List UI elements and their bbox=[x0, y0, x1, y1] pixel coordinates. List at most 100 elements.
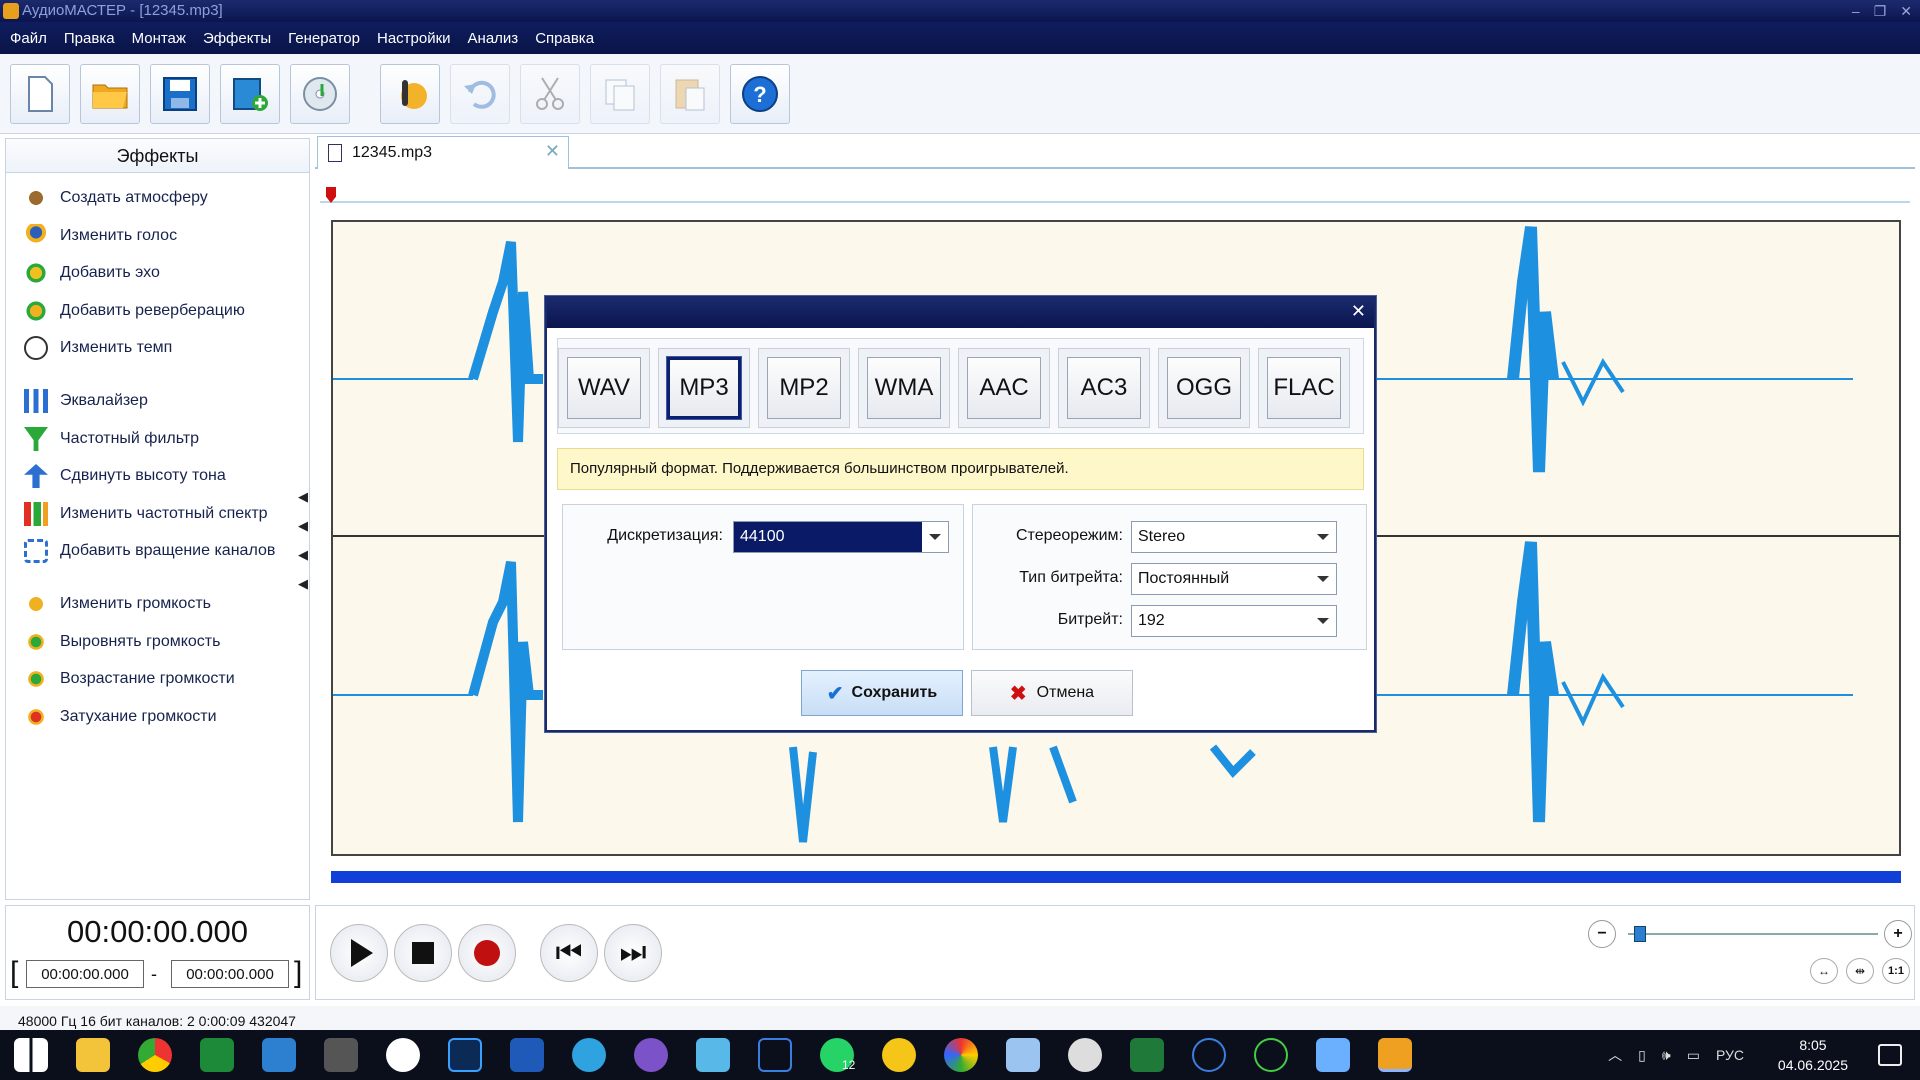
viber-icon[interactable] bbox=[634, 1038, 668, 1072]
menu-help[interactable]: Справка bbox=[535, 30, 594, 47]
effect-pitch-shift[interactable]: Сдвинуть высоту тона bbox=[24, 462, 226, 490]
stop-button[interactable] bbox=[394, 924, 452, 982]
effect-frequency-spectrum[interactable]: Изменить частотный спектр bbox=[24, 500, 268, 528]
effect-add-reverb[interactable]: Добавить реверберацию bbox=[24, 297, 245, 325]
menu-effects[interactable]: Эффекты bbox=[203, 30, 271, 47]
effect-normalize-volume[interactable]: Выровнять громкость bbox=[24, 628, 220, 656]
u-app-icon[interactable] bbox=[1254, 1038, 1288, 1072]
calculator-icon[interactable] bbox=[324, 1038, 358, 1072]
color-app-icon[interactable] bbox=[944, 1038, 978, 1072]
emoji-app-icon[interactable] bbox=[882, 1038, 916, 1072]
notification-icon[interactable] bbox=[1878, 1044, 1902, 1066]
yandex-icon[interactable] bbox=[386, 1038, 420, 1072]
menu-generator[interactable]: Генератор bbox=[288, 30, 360, 47]
monitor-app-icon[interactable] bbox=[1316, 1038, 1350, 1072]
photoshop-icon[interactable] bbox=[448, 1038, 482, 1072]
paste-button[interactable] bbox=[660, 64, 720, 124]
c-app-icon[interactable] bbox=[1192, 1038, 1226, 1072]
format-wma[interactable]: WMA bbox=[858, 348, 950, 428]
telegram-icon[interactable] bbox=[572, 1038, 606, 1072]
format-ogg[interactable]: OGG bbox=[1158, 348, 1250, 428]
collapse-arrow-icon[interactable]: ◀ bbox=[298, 547, 308, 563]
horizontal-scrollbar[interactable] bbox=[331, 871, 1901, 883]
selection-end-time[interactable]: 00:00:00.000 bbox=[171, 960, 289, 988]
file-tab[interactable]: 12345.mp3 ✕ bbox=[317, 136, 569, 169]
record-button[interactable] bbox=[458, 924, 516, 982]
dialog-close-icon[interactable]: ✕ bbox=[1351, 301, 1366, 322]
effect-equalizer[interactable]: Эквалайзер bbox=[24, 387, 148, 415]
collapse-arrow-icon[interactable]: ◀ bbox=[298, 518, 308, 534]
tray-chevron-icon[interactable]: ︿ bbox=[1608, 1045, 1622, 1065]
new-file-button[interactable] bbox=[10, 64, 70, 124]
copy-button[interactable] bbox=[590, 64, 650, 124]
v-app-icon[interactable] bbox=[758, 1038, 792, 1072]
network-icon[interactable]: ▭ bbox=[1687, 1047, 1700, 1064]
contacts-icon[interactable] bbox=[262, 1038, 296, 1072]
help-button[interactable]: ? bbox=[730, 64, 790, 124]
chrome-icon[interactable] bbox=[138, 1038, 172, 1072]
audiomaster-taskbar-icon[interactable] bbox=[1378, 1038, 1412, 1072]
word-icon[interactable] bbox=[510, 1038, 544, 1072]
cancel-export-button[interactable]: ✖ Отмена bbox=[971, 670, 1133, 716]
stereo-select[interactable]: Stereo bbox=[1131, 521, 1337, 553]
effect-change-tempo[interactable]: Изменить темп bbox=[24, 334, 172, 362]
bitrate-type-select[interactable]: Постоянный bbox=[1131, 563, 1337, 595]
battery-icon[interactable]: ▯ bbox=[1638, 1047, 1646, 1064]
close-tab-icon[interactable]: ✕ bbox=[545, 141, 560, 162]
format-mp3[interactable]: MP3 bbox=[658, 348, 750, 428]
notes-icon[interactable] bbox=[696, 1038, 730, 1072]
restore-icon[interactable]: ❐ bbox=[1874, 0, 1887, 22]
sampling-select[interactable]: 44100 bbox=[733, 521, 949, 553]
fit-width-button[interactable]: ↔ bbox=[1810, 958, 1838, 984]
play-button[interactable] bbox=[330, 924, 388, 982]
collapse-arrow-icon[interactable]: ◀ bbox=[298, 489, 308, 505]
skip-back-button[interactable]: ⏮ bbox=[540, 924, 598, 982]
effect-create-atmosphere[interactable]: Создать атмосферу bbox=[24, 184, 208, 212]
save-export-button[interactable]: ✔ Сохранить bbox=[801, 670, 963, 716]
cd-audio-button[interactable] bbox=[290, 64, 350, 124]
save-button[interactable] bbox=[150, 64, 210, 124]
format-ac3[interactable]: AC3 bbox=[1058, 348, 1150, 428]
zoom-out-button[interactable]: − bbox=[1588, 920, 1616, 948]
excel-icon[interactable] bbox=[1130, 1038, 1164, 1072]
effect-fade-in[interactable]: Возрастание громкости bbox=[24, 665, 235, 693]
zoom-in-button[interactable]: + bbox=[1884, 920, 1912, 948]
start-icon[interactable] bbox=[14, 1038, 48, 1072]
menu-settings[interactable]: Настройки bbox=[377, 30, 451, 47]
zoom-slider[interactable] bbox=[1628, 933, 1878, 935]
zoom-reset-button[interactable]: 1:1 bbox=[1882, 958, 1910, 984]
timeline-ruler[interactable] bbox=[320, 181, 1910, 203]
menu-file[interactable]: Файл bbox=[10, 30, 47, 47]
add-video-button[interactable] bbox=[220, 64, 280, 124]
open-button[interactable] bbox=[80, 64, 140, 124]
effect-change-voice[interactable]: Изменить голос bbox=[24, 222, 177, 250]
effect-change-volume[interactable]: Изменить громкость bbox=[24, 590, 211, 618]
zoom-slider-thumb[interactable] bbox=[1634, 926, 1646, 942]
effect-frequency-filter[interactable]: Частотный фильтр bbox=[24, 425, 199, 453]
speaker-icon[interactable]: 🕪 bbox=[1662, 1047, 1671, 1064]
video-editor-icon[interactable] bbox=[1068, 1038, 1102, 1072]
effect-channel-rotation[interactable]: Добавить вращение каналов bbox=[24, 537, 275, 565]
menu-edit[interactable]: Правка bbox=[64, 30, 115, 47]
effect-fade-out[interactable]: Затухание громкости bbox=[24, 703, 217, 731]
selection-start-time[interactable]: 00:00:00.000 bbox=[26, 960, 144, 988]
cut-button[interactable] bbox=[520, 64, 580, 124]
menu-montage[interactable]: Монтаж bbox=[132, 30, 186, 47]
format-flac[interactable]: FLAC bbox=[1258, 348, 1350, 428]
minimize-icon[interactable]: – bbox=[1852, 0, 1860, 22]
record-voice-button[interactable] bbox=[380, 64, 440, 124]
collapse-arrow-icon[interactable]: ◀ bbox=[298, 576, 308, 592]
explorer-icon[interactable] bbox=[76, 1038, 110, 1072]
language-indicator[interactable]: РУС bbox=[1716, 1047, 1744, 1063]
undo-button[interactable] bbox=[450, 64, 510, 124]
bitrate-select[interactable]: 192 bbox=[1131, 605, 1337, 637]
camtasia-icon[interactable] bbox=[200, 1038, 234, 1072]
close-window-icon[interactable]: ✕ bbox=[1900, 0, 1912, 22]
menu-analysis[interactable]: Анализ bbox=[468, 30, 519, 47]
feather-app-icon[interactable] bbox=[1006, 1038, 1040, 1072]
format-wav[interactable]: WAV bbox=[558, 348, 650, 428]
fit-selection-button[interactable]: ⇹ bbox=[1846, 958, 1874, 984]
effect-add-echo[interactable]: Добавить эхо bbox=[24, 259, 160, 287]
skip-forward-button[interactable]: ⏭ bbox=[604, 924, 662, 982]
format-mp2[interactable]: MP2 bbox=[758, 348, 850, 428]
